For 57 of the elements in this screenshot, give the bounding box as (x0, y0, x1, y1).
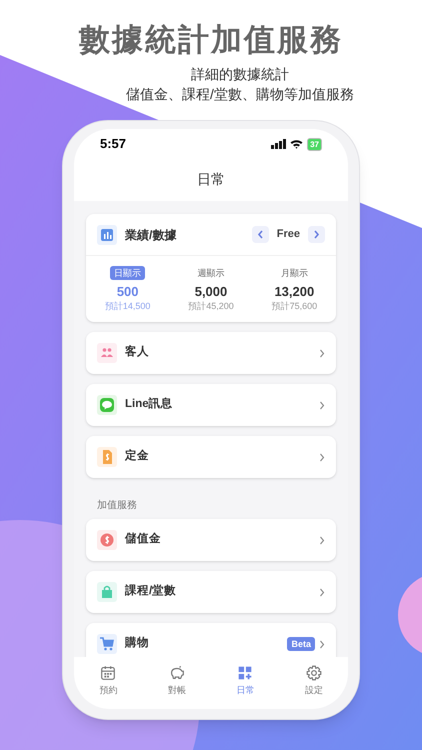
calendar-icon (99, 664, 118, 682)
row-label: 儲值金 (125, 532, 161, 548)
tab-item[interactable]: 對帳 (142, 657, 211, 703)
chevron-right-icon (319, 452, 325, 462)
forecast-text: 預計75,600 (272, 300, 318, 312)
chevron-left-icon (256, 230, 264, 239)
stat-value: 13,200 (274, 284, 314, 300)
card-title: 業績/數據 (125, 226, 176, 244)
list-row[interactable]: 課程/堂數 (86, 571, 336, 613)
beta-badge: Beta (287, 637, 315, 651)
status-time: 5:57 (100, 135, 126, 154)
settings-icon (304, 664, 323, 682)
coin-icon (97, 530, 117, 550)
tab-item[interactable]: 預約 (74, 657, 142, 703)
list-row[interactable]: 定金 (86, 436, 336, 478)
row-label: 課程/堂數 (125, 583, 176, 600)
bar-chart-icon (97, 224, 117, 244)
tab-item[interactable]: 日常 (211, 657, 280, 703)
list-row[interactable]: 儲值金 (86, 519, 336, 561)
chat-bubble-icon (97, 395, 117, 415)
stat-value: 5,000 (194, 284, 228, 300)
period-tab[interactable]: 週顯示 (193, 266, 228, 280)
forecast-text: 預計45,200 (188, 300, 234, 312)
chevron-right-icon (319, 400, 325, 410)
list-row[interactable]: Line訊息 (86, 384, 336, 426)
plan-label: Free (276, 227, 301, 242)
signal-icon (271, 139, 286, 149)
headline: 數據統計加值服務 (78, 21, 344, 59)
subtitle-line: 詳細的數據統計 (191, 65, 289, 84)
row-label: 客人 (125, 344, 149, 360)
people-icon (97, 343, 117, 363)
list-row[interactable]: 客人 (86, 332, 336, 374)
row-label: 購物 (125, 635, 149, 652)
screen-title: 日常 (197, 170, 225, 188)
shopping-bag-icon (97, 582, 117, 602)
tab-item[interactable]: 設定 (280, 657, 348, 703)
stat-value: 500 (116, 284, 139, 300)
chevron-right-icon (319, 588, 325, 596)
forecast-text: 預計14,500 (104, 300, 150, 312)
row-label: Line訊息 (125, 396, 173, 412)
chevron-right-icon (313, 230, 320, 239)
chevron-right-icon (319, 640, 325, 648)
chevron-right-icon (319, 348, 325, 358)
subtitle-line: 儲值金、課程/堂數、購物等加值服務 (126, 85, 354, 104)
list-row[interactable]: 購物 Beta (86, 623, 336, 657)
document-icon (97, 447, 117, 467)
chevron-right-icon (319, 536, 325, 544)
period-tab[interactable]: 月顯示 (276, 266, 312, 280)
next-button[interactable] (308, 226, 325, 243)
row-label: 定金 (125, 448, 149, 464)
battery-level: 37 (307, 138, 322, 150)
grid-icon (236, 664, 254, 682)
shopping-cart-icon (97, 634, 117, 654)
wifi-icon (290, 139, 304, 149)
period-tab[interactable]: 日顯示 (110, 266, 146, 280)
previous-button[interactable] (252, 226, 269, 243)
section-title: 加值服務 (96, 498, 138, 513)
